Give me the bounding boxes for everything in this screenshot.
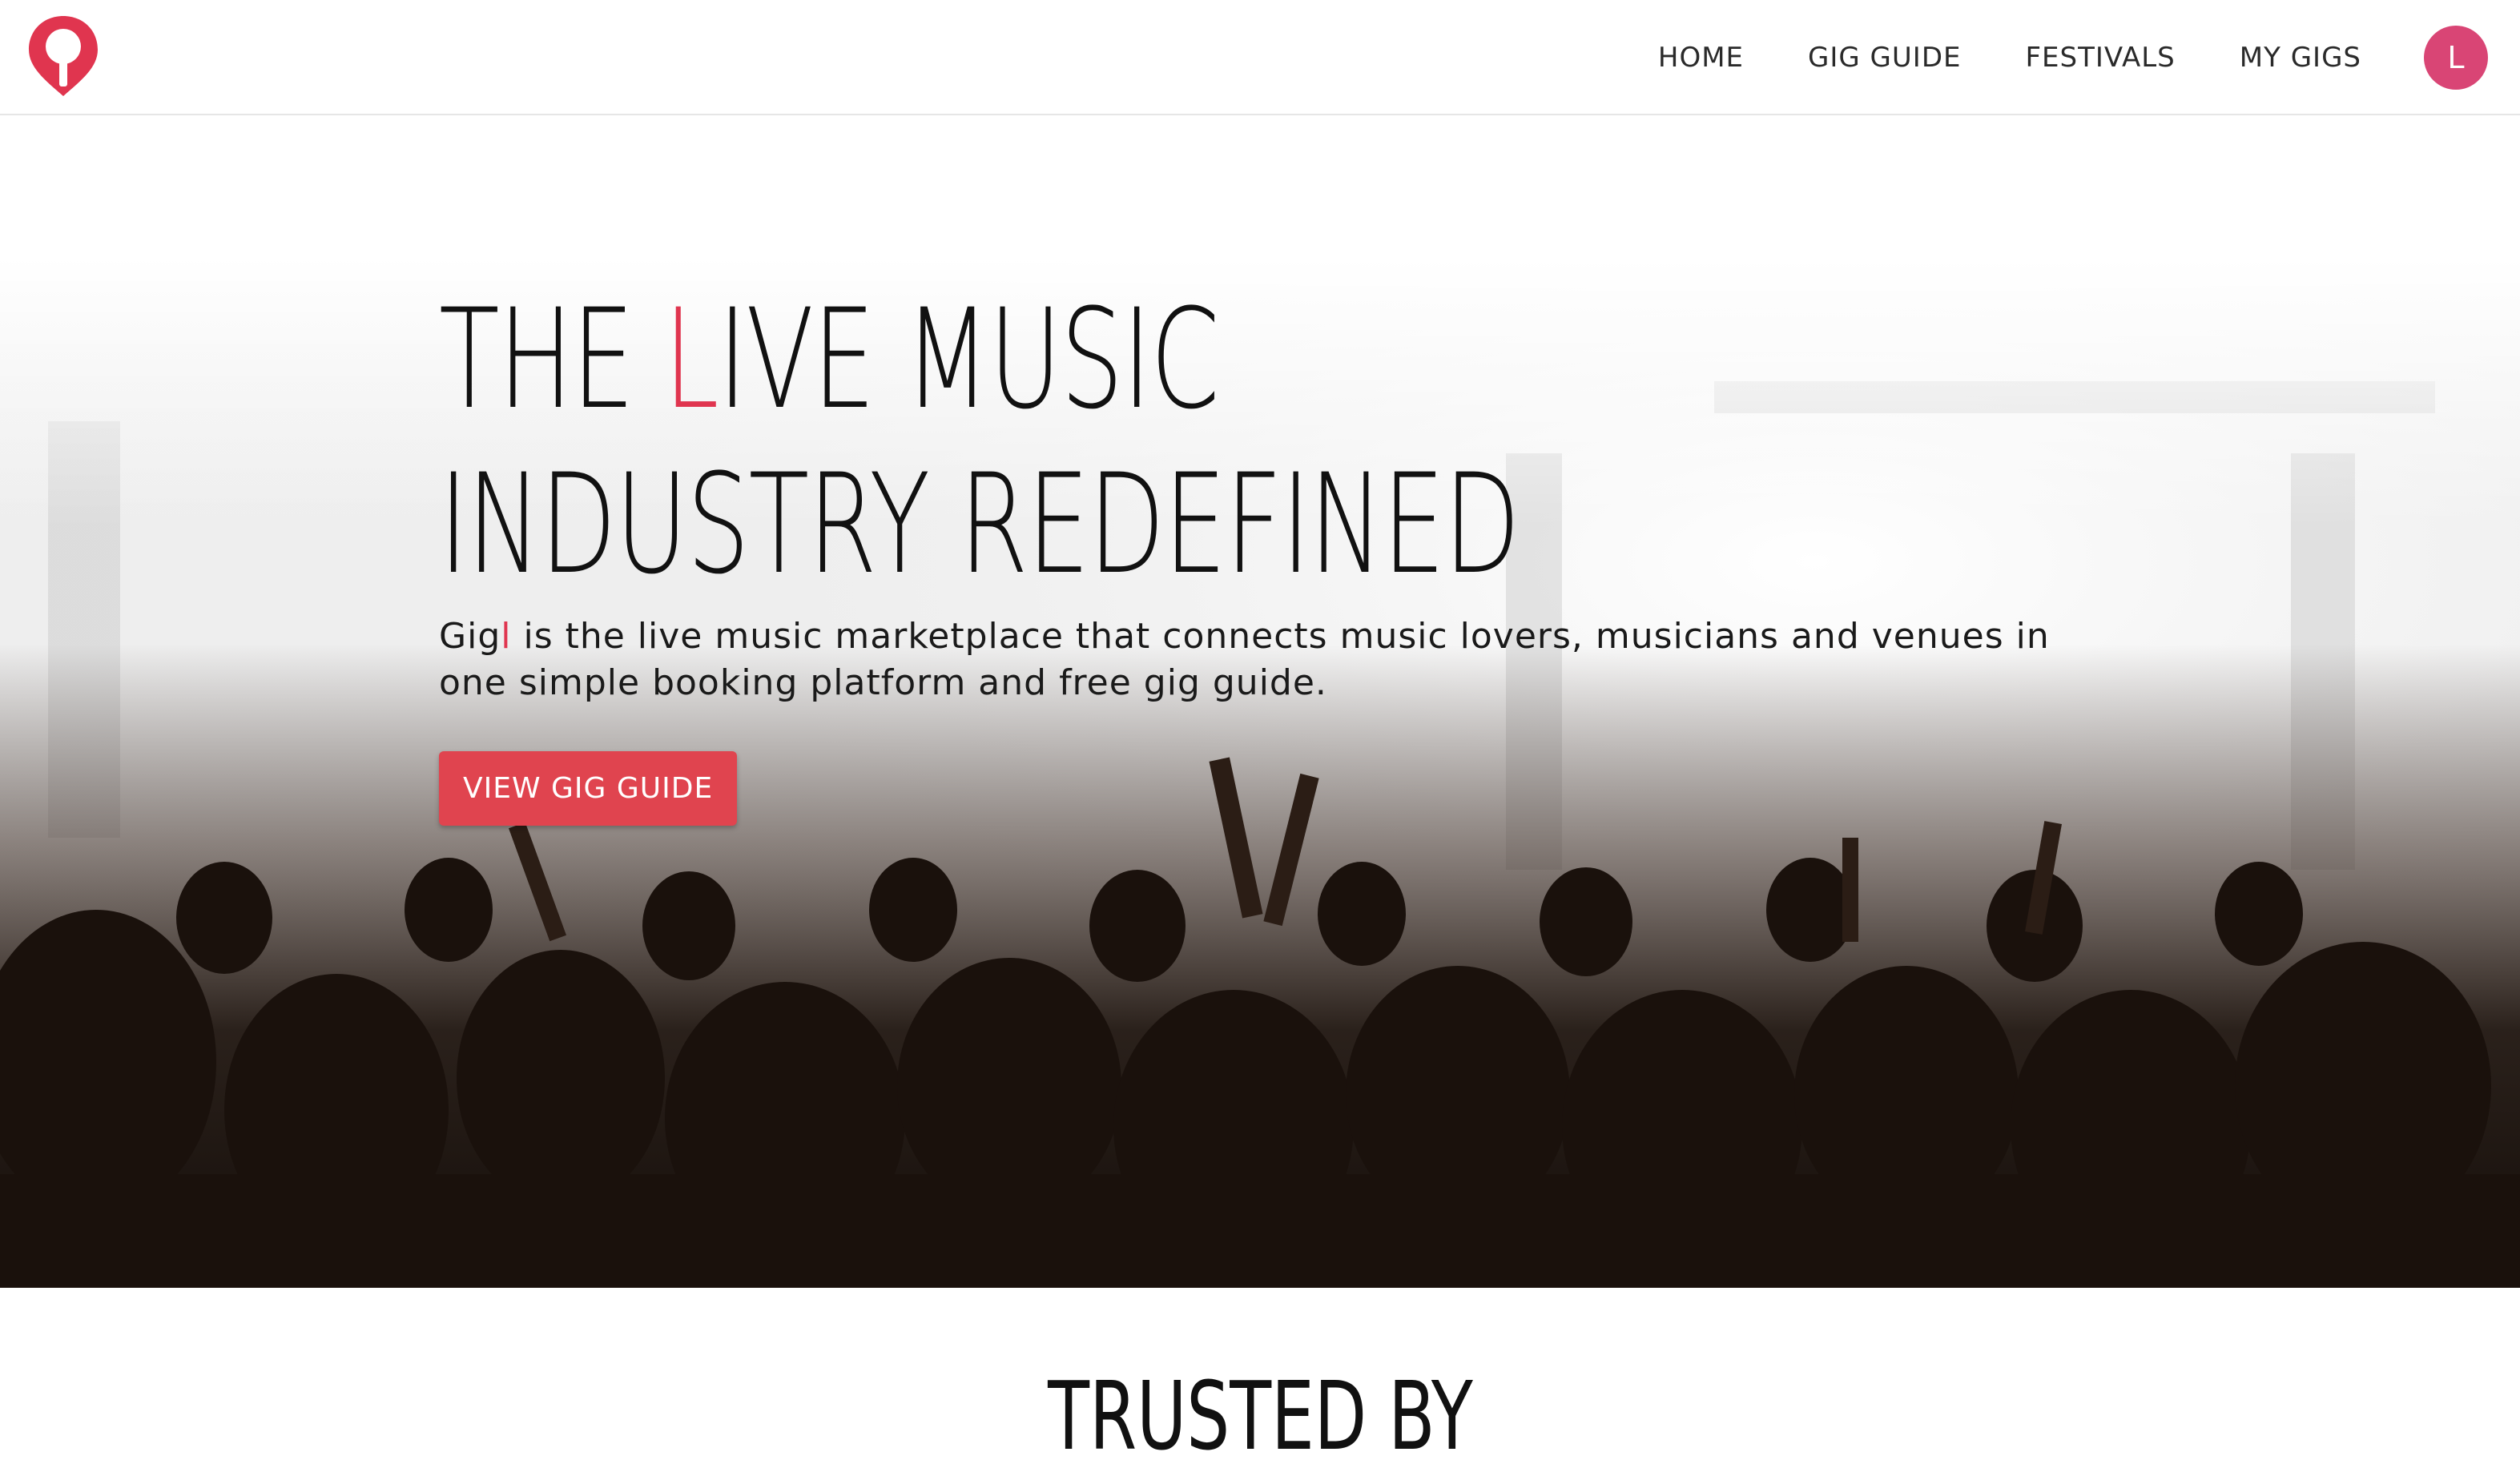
hero-description-text: is the live music marketplace that conne… xyxy=(439,616,2050,703)
pin-guitar-logo-icon[interactable] xyxy=(27,14,99,98)
hero-section: THE LIVE MUSIC INDUSTRY REDEFINED Gigl i… xyxy=(0,117,2520,1288)
top-navbar: HOME GIG GUIDE FESTIVALS MY GIGS L xyxy=(0,0,2520,115)
trusted-by-section: TRUSTED BY xyxy=(0,1288,2520,1471)
hero-title-line-1: THE LIVE MUSIC xyxy=(439,277,1881,442)
view-gig-guide-button[interactable]: VIEW GIG GUIDE xyxy=(439,751,738,826)
hero-title-accent-letter: L xyxy=(663,279,719,440)
hero-title: THE LIVE MUSIC INDUSTRY REDEFINED xyxy=(439,277,1881,607)
brand-name-accent: l xyxy=(501,616,512,657)
trusted-by-heading-text: TRUSTED BY xyxy=(1047,1361,1473,1471)
hero-content: THE LIVE MUSIC INDUSTRY REDEFINED Gigl i… xyxy=(439,277,2121,826)
hero-title-text: THE xyxy=(439,279,664,440)
hero-description: Gigl is the live music marketplace that … xyxy=(439,613,2073,706)
main-nav: HOME GIG GUIDE FESTIVALS MY GIGS L xyxy=(1658,0,2520,115)
user-avatar[interactable]: L xyxy=(2424,26,2488,90)
trusted-by-heading: TRUSTED BY xyxy=(0,1360,2520,1472)
hero-title-text: IVE MUSIC xyxy=(718,279,1219,440)
nav-my-gigs-link[interactable]: MY GIGS xyxy=(2240,42,2361,74)
brand-name: Gig xyxy=(439,616,501,657)
hero-title-line-2: INDUSTRY REDEFINED xyxy=(439,444,1520,605)
nav-home-link[interactable]: HOME xyxy=(1658,42,1744,74)
nav-festivals-link[interactable]: FESTIVALS xyxy=(2025,42,2175,74)
nav-gig-guide-link[interactable]: GIG GUIDE xyxy=(1808,42,1961,74)
